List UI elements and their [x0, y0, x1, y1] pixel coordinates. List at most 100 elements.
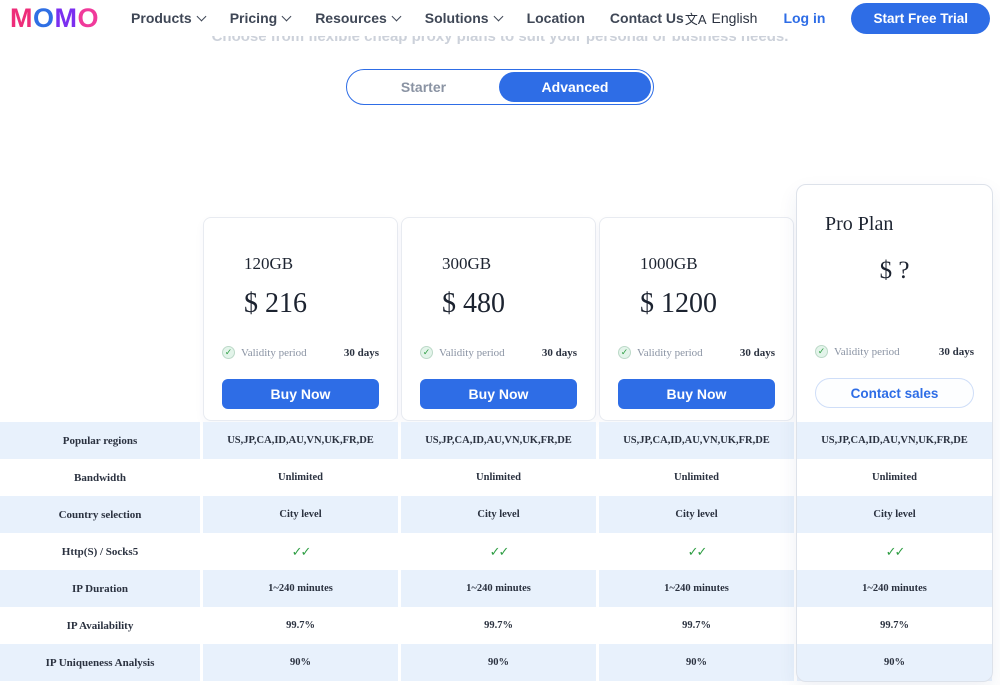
nav-item-products[interactable]: Products: [131, 10, 205, 26]
table-cell: 99.7%: [203, 607, 398, 644]
validity-row: ✓ Validity period 30 days: [222, 346, 379, 359]
double-check-icon: ✓✓: [203, 533, 398, 570]
table-row: Bandwidth Unlimited Unlimited Unlimited …: [0, 459, 993, 496]
table-cell: Unlimited: [599, 459, 794, 496]
table-cell: 90%: [797, 644, 992, 681]
table-cell: 99.7%: [797, 607, 992, 644]
table-cell: US,JP,CA,ID,AU,VN,UK,FR,DE: [401, 422, 596, 459]
table-cell: 1~240 minutes: [401, 570, 596, 607]
nav-item-label: Contact Us: [610, 10, 684, 26]
row-label: Country selection: [0, 496, 200, 533]
table-row: IP Uniqueness Analysis 90% 90% 90% 90%: [0, 644, 993, 681]
chevron-down-icon: [493, 11, 503, 21]
buy-now-button[interactable]: Buy Now: [222, 379, 379, 409]
logo-letter: O: [33, 3, 55, 33]
double-check-icon: ✓✓: [401, 533, 596, 570]
chevron-down-icon: [196, 11, 206, 21]
plan-price: $ ?: [797, 257, 992, 285]
top-nav: MOMO Products Pricing Resources Solution…: [0, 0, 1000, 36]
row-label: IP Duration: [0, 570, 200, 607]
table-cell: 90%: [401, 644, 596, 681]
validity-label: Validity period: [439, 347, 505, 359]
main-nav: Products Pricing Resources Solutions Loc…: [131, 10, 684, 26]
validity-row: ✓ Validity period 30 days: [618, 346, 775, 359]
row-label: Popular regions: [0, 422, 200, 459]
chevron-down-icon: [391, 11, 401, 21]
table-cell: 90%: [203, 644, 398, 681]
check-icon: ✓: [420, 346, 433, 359]
nav-item-label: Products: [131, 10, 192, 26]
validity-label: Validity period: [834, 346, 900, 358]
nav-item-resources[interactable]: Resources: [315, 10, 400, 26]
nav-item-label: Resources: [315, 10, 387, 26]
table-cell: 1~240 minutes: [599, 570, 794, 607]
plan-card-1000gb: 1000GB $ 1200 ✓ Validity period 30 days …: [599, 217, 794, 421]
start-free-trial-button[interactable]: Start Free Trial: [851, 3, 990, 34]
plan-name: Pro Plan: [825, 213, 893, 236]
row-label: IP Uniqueness Analysis: [0, 644, 200, 681]
plan-card-300gb: 300GB $ 480 ✓ Validity period 30 days Bu…: [401, 217, 596, 421]
plan-name: 1000GB: [640, 254, 698, 274]
table-row: Country selection City level City level …: [0, 496, 993, 533]
validity-value: 30 days: [542, 347, 577, 359]
table-cell: US,JP,CA,ID,AU,VN,UK,FR,DE: [599, 422, 794, 459]
validity-row: ✓ Validity period 30 days: [420, 346, 577, 359]
table-cell: City level: [401, 496, 596, 533]
table-cell: City level: [797, 496, 992, 533]
logo-letter: M: [10, 3, 33, 33]
login-link[interactable]: Log in: [783, 10, 825, 26]
buy-now-button[interactable]: Buy Now: [618, 379, 775, 409]
validity-label: Validity period: [241, 347, 307, 359]
translate-icon: 文A: [685, 9, 707, 28]
toggle-starter[interactable]: Starter: [347, 70, 500, 104]
nav-item-label: Location: [527, 10, 585, 26]
plan-price: $ 480: [442, 288, 505, 320]
check-icon: ✓: [222, 346, 235, 359]
plan-card-120gb: 120GB $ 216 ✓ Validity period 30 days Bu…: [203, 217, 398, 421]
table-cell: Unlimited: [797, 459, 992, 496]
nav-item-label: Solutions: [425, 10, 489, 26]
table-cell: City level: [203, 496, 398, 533]
check-icon: ✓: [815, 345, 828, 358]
contact-sales-button[interactable]: Contact sales: [815, 378, 974, 408]
plan-price: $ 1200: [640, 288, 717, 320]
nav-item-contact-us[interactable]: Contact Us: [610, 10, 684, 26]
nav-item-solutions[interactable]: Solutions: [425, 10, 502, 26]
double-check-icon: ✓✓: [599, 533, 794, 570]
row-label: Http(S) / Socks5: [0, 533, 200, 570]
table-cell: 1~240 minutes: [797, 570, 992, 607]
buy-now-button[interactable]: Buy Now: [420, 379, 577, 409]
table-row: Http(S) / Socks5 ✓✓ ✓✓ ✓✓ ✓✓: [0, 533, 993, 570]
table-cell: City level: [599, 496, 794, 533]
table-cell: 99.7%: [401, 607, 596, 644]
plan-card-pro: Pro Plan $ ? ✓ Validity period 30 days C…: [797, 185, 992, 421]
language-selector[interactable]: 文A English: [685, 9, 758, 28]
logo[interactable]: MOMO: [10, 5, 99, 32]
table-cell: Unlimited: [401, 459, 596, 496]
table-row: Popular regions US,JP,CA,ID,AU,VN,UK,FR,…: [0, 422, 993, 459]
nav-item-location[interactable]: Location: [527, 10, 585, 26]
logo-letter: M: [55, 3, 78, 33]
plan-type-toggle: Starter Advanced: [346, 69, 654, 105]
row-label: Bandwidth: [0, 459, 200, 496]
pricing-page: Choose from flexible cheap proxy plans t…: [0, 0, 1000, 685]
check-icon: ✓: [618, 346, 631, 359]
validity-row: ✓ Validity period 30 days: [815, 345, 974, 358]
feature-table: Popular regions US,JP,CA,ID,AU,VN,UK,FR,…: [0, 422, 993, 681]
plan-price: $ 216: [244, 288, 307, 320]
validity-label: Validity period: [637, 347, 703, 359]
validity-value: 30 days: [344, 347, 379, 359]
plan-name: 120GB: [244, 254, 293, 274]
toggle-advanced[interactable]: Advanced: [499, 72, 651, 102]
table-row: IP Duration 1~240 minutes 1~240 minutes …: [0, 570, 993, 607]
double-check-icon: ✓✓: [797, 533, 992, 570]
nav-item-label: Pricing: [230, 10, 277, 26]
chevron-down-icon: [282, 11, 292, 21]
row-label: IP Availability: [0, 607, 200, 644]
validity-value: 30 days: [939, 346, 974, 358]
table-cell: US,JP,CA,ID,AU,VN,UK,FR,DE: [203, 422, 398, 459]
plan-name: 300GB: [442, 254, 491, 274]
table-row: IP Availability 99.7% 99.7% 99.7% 99.7%: [0, 607, 993, 644]
table-cell: 99.7%: [599, 607, 794, 644]
nav-item-pricing[interactable]: Pricing: [230, 10, 290, 26]
